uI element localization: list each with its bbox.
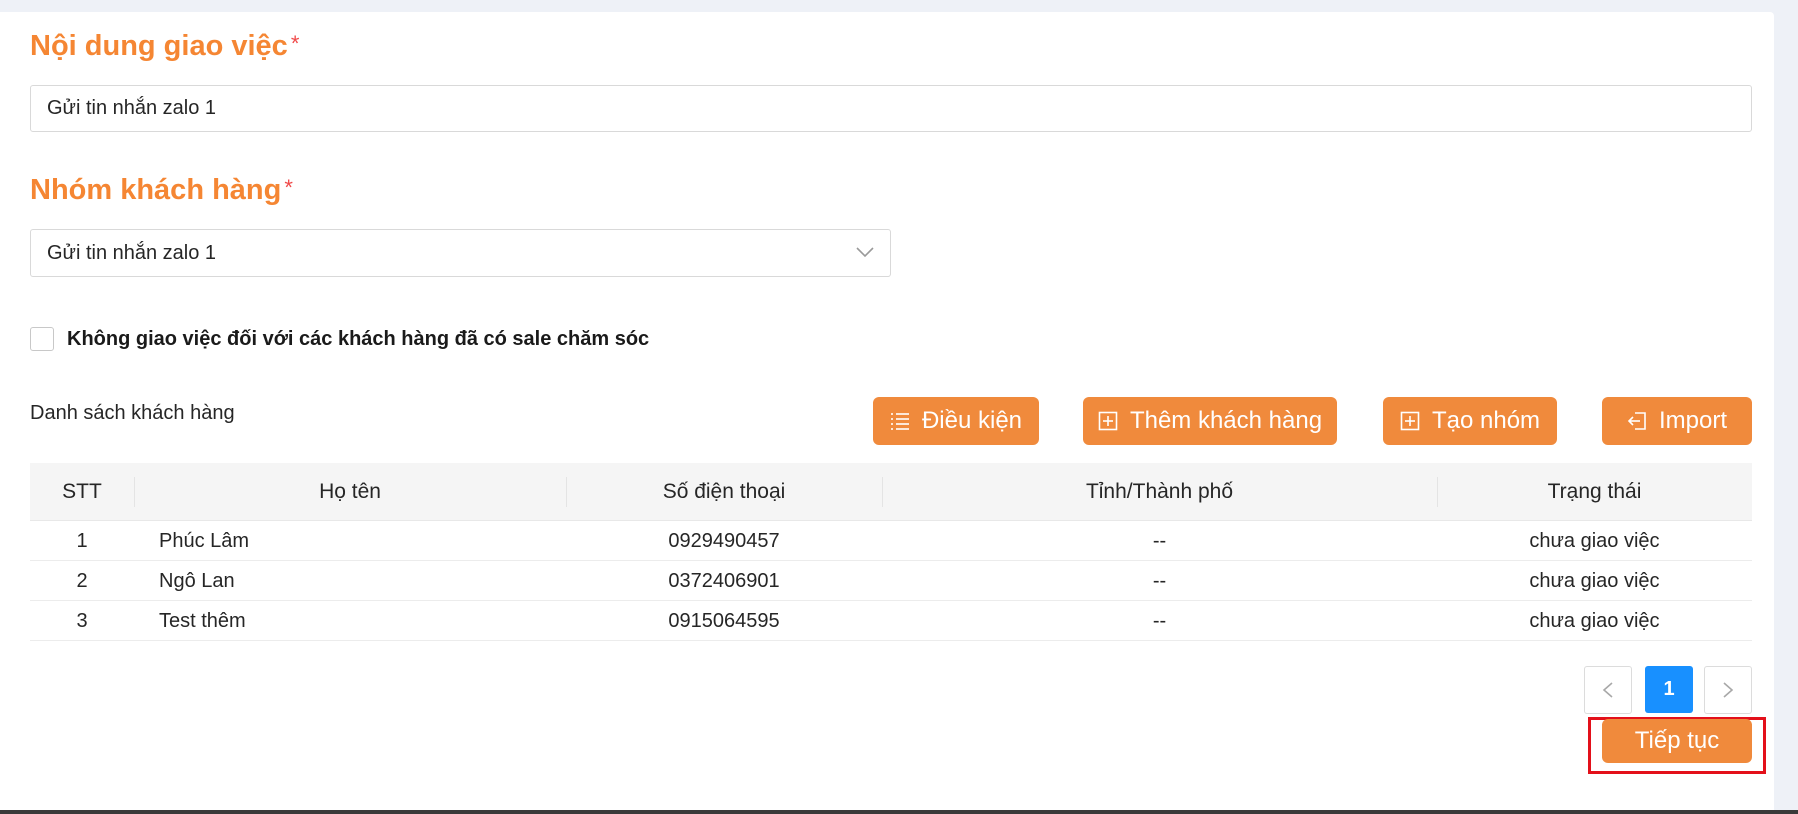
bottom-edge — [0, 810, 1798, 814]
column-header-city[interactable]: Tỉnh/Thành phố — [882, 463, 1437, 521]
create-group-button[interactable]: Tạo nhóm — [1383, 397, 1557, 445]
cell-stt: 2 — [76, 570, 88, 592]
cell-phone: 0929490457 — [668, 530, 780, 552]
cell-city: -- — [1152, 530, 1167, 552]
cell-name: Test thêm — [159, 610, 246, 632]
chevron-right-icon — [1723, 682, 1734, 698]
add-customer-button[interactable]: Thêm khách hàng — [1083, 397, 1337, 445]
task-content-input[interactable]: Gửi tin nhắn zalo 1 — [30, 85, 1752, 132]
plus-square-icon — [1400, 411, 1420, 431]
list-icon — [890, 413, 909, 430]
task-content-label: Nội dung giao việc * — [30, 30, 299, 63]
prev-page-button[interactable] — [1584, 666, 1632, 714]
column-header-name[interactable]: Họ tên — [134, 463, 566, 521]
table-row[interactable]: 2 Ngô Lan 0372406901 -- chưa giao việc — [30, 561, 1752, 601]
customer-table: STT Họ tên Số điện thoại Tỉnh/Thành phố … — [30, 463, 1752, 641]
cell-phone: 0915064595 — [668, 610, 780, 632]
required-mark: * — [290, 31, 300, 56]
table-row[interactable]: 1 Phúc Lâm 0929490457 -- chưa giao việc — [30, 521, 1752, 561]
cell-status: chưa giao việc — [1529, 530, 1660, 552]
column-header-stt[interactable]: STT — [30, 463, 134, 521]
next-page-button[interactable] — [1704, 666, 1752, 714]
skip-assigned-label[interactable]: Không giao việc đối với các khách hàng đ… — [67, 328, 649, 351]
cell-city: -- — [1152, 610, 1167, 632]
cell-stt: 3 — [76, 610, 88, 632]
conditions-button-label: Điều kiện — [921, 407, 1023, 434]
task-content-label-text: Nội dung giao việc — [30, 30, 288, 62]
cell-status: chưa giao việc — [1529, 610, 1660, 632]
cell-name: Ngô Lan — [159, 570, 235, 592]
table-row[interactable]: 3 Test thêm 0915064595 -- chưa giao việc — [30, 601, 1752, 641]
chevron-down-icon — [856, 247, 874, 258]
conditions-button[interactable]: Điều kiện — [873, 397, 1039, 445]
cell-status: chưa giao việc — [1529, 570, 1660, 592]
create-group-button-label: Tạo nhóm — [1431, 407, 1541, 434]
import-button[interactable]: Import — [1602, 397, 1752, 445]
customer-group-label: Nhóm khách hàng * — [30, 174, 293, 207]
skip-assigned-checkbox[interactable] — [30, 327, 54, 351]
page-number-button[interactable]: 1 — [1645, 666, 1693, 713]
required-mark: * — [284, 175, 293, 200]
customer-list-title: Danh sách khách hàng — [30, 402, 235, 424]
skip-assigned-option: Không giao việc đối với các khách hàng đ… — [30, 326, 649, 352]
add-customer-button-label: Thêm khách hàng — [1129, 407, 1323, 434]
task-content-value: Gửi tin nhắn zalo 1 — [47, 97, 217, 119]
customer-group-label-text: Nhóm khách hàng — [30, 174, 282, 206]
cell-city: -- — [1152, 570, 1167, 592]
customer-group-select[interactable]: Gửi tin nhắn zalo 1 — [30, 229, 891, 277]
table-header: STT Họ tên Số điện thoại Tỉnh/Thành phố … — [30, 463, 1752, 521]
chevron-left-icon — [1602, 682, 1613, 698]
column-header-phone[interactable]: Số điện thoại — [566, 463, 882, 521]
import-button-label: Import — [1658, 407, 1727, 434]
cell-phone: 0372406901 — [668, 570, 780, 592]
cell-stt: 1 — [76, 530, 88, 552]
customer-group-selected-value: Gửi tin nhắn zalo 1 — [47, 242, 217, 264]
plus-square-icon — [1098, 411, 1118, 431]
import-icon — [1627, 412, 1646, 430]
cell-name: Phúc Lâm — [159, 530, 250, 552]
continue-button[interactable]: Tiếp tục — [1602, 719, 1752, 763]
column-header-status[interactable]: Trạng thái — [1437, 463, 1752, 521]
